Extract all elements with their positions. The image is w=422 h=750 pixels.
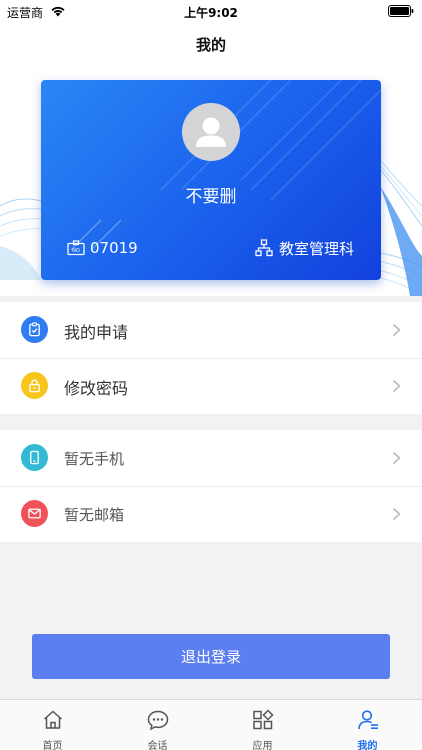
chevron-right-icon [392, 323, 401, 337]
employee-id-value: 07019 [90, 239, 138, 257]
menu-item-change-password[interactable]: 修改密码 [0, 358, 422, 414]
menu-item-phone[interactable]: 暂无手机 [0, 430, 422, 486]
menu-item-label: 我的申请 [64, 323, 129, 342]
menu-item-email[interactable]: 暂无邮箱 [0, 486, 422, 542]
chat-bubble-icon [147, 710, 169, 731]
chevron-right-icon [392, 451, 401, 465]
lock-icon [21, 372, 48, 399]
battery-icon [388, 5, 414, 17]
tab-chat[interactable]: 会话 [105, 700, 210, 750]
menu-item-label: 暂无邮箱 [64, 506, 125, 524]
tab-me[interactable]: 我的 [315, 700, 420, 750]
default-avatar-icon [196, 117, 226, 147]
tab-home[interactable]: 首页 [0, 700, 105, 750]
page-title: 我的 [195, 36, 226, 54]
status-time: 上午9:02 [184, 6, 238, 20]
chevron-right-icon [392, 507, 401, 521]
avatar[interactable] [182, 103, 240, 161]
apps-grid-icon [253, 709, 274, 730]
home-icon [44, 710, 62, 729]
mail-icon [21, 500, 48, 527]
department-value: 教室管理科 [278, 239, 354, 258]
tab-label: 会话 [147, 741, 168, 750]
menu-item-label: 暂无手机 [64, 450, 125, 468]
user-profile-icon [358, 710, 378, 730]
profile-card[interactable]: 不要删 NO 07019 教室管理科 [41, 80, 381, 280]
navigation-bar: 我的 [0, 22, 422, 66]
logout-button[interactable]: 退出登录 [32, 634, 390, 679]
clipboard-check-icon [21, 316, 48, 343]
tab-apps[interactable]: 应用 [210, 700, 315, 750]
department: 教室管理科 [255, 238, 354, 258]
employee-id: NO 07019 [67, 238, 138, 258]
profile-header: 不要删 NO 07019 教室管理科 [0, 66, 422, 296]
menu-item-my-applications[interactable]: 我的申请 [0, 302, 422, 358]
menu-group-contact: 暂无手机 暂无邮箱 [0, 430, 422, 542]
status-bar: 运营商 上午9:02 [0, 0, 422, 22]
menu-group-account: 我的申请 修改密码 [0, 302, 422, 414]
user-name: 不要删 [185, 187, 237, 207]
tab-bar: 首页 会话 应用 我的 [0, 699, 422, 750]
org-chart-icon [255, 239, 273, 257]
id-badge-icon: NO [67, 240, 85, 256]
tab-label: 首页 [42, 741, 63, 750]
chevron-right-icon [392, 379, 401, 393]
mobile-phone-icon [21, 444, 48, 471]
svg-text:NO: NO [72, 248, 80, 254]
tab-label: 我的 [357, 741, 378, 750]
menu-item-label: 修改密码 [64, 379, 129, 398]
tab-label: 应用 [252, 741, 273, 750]
